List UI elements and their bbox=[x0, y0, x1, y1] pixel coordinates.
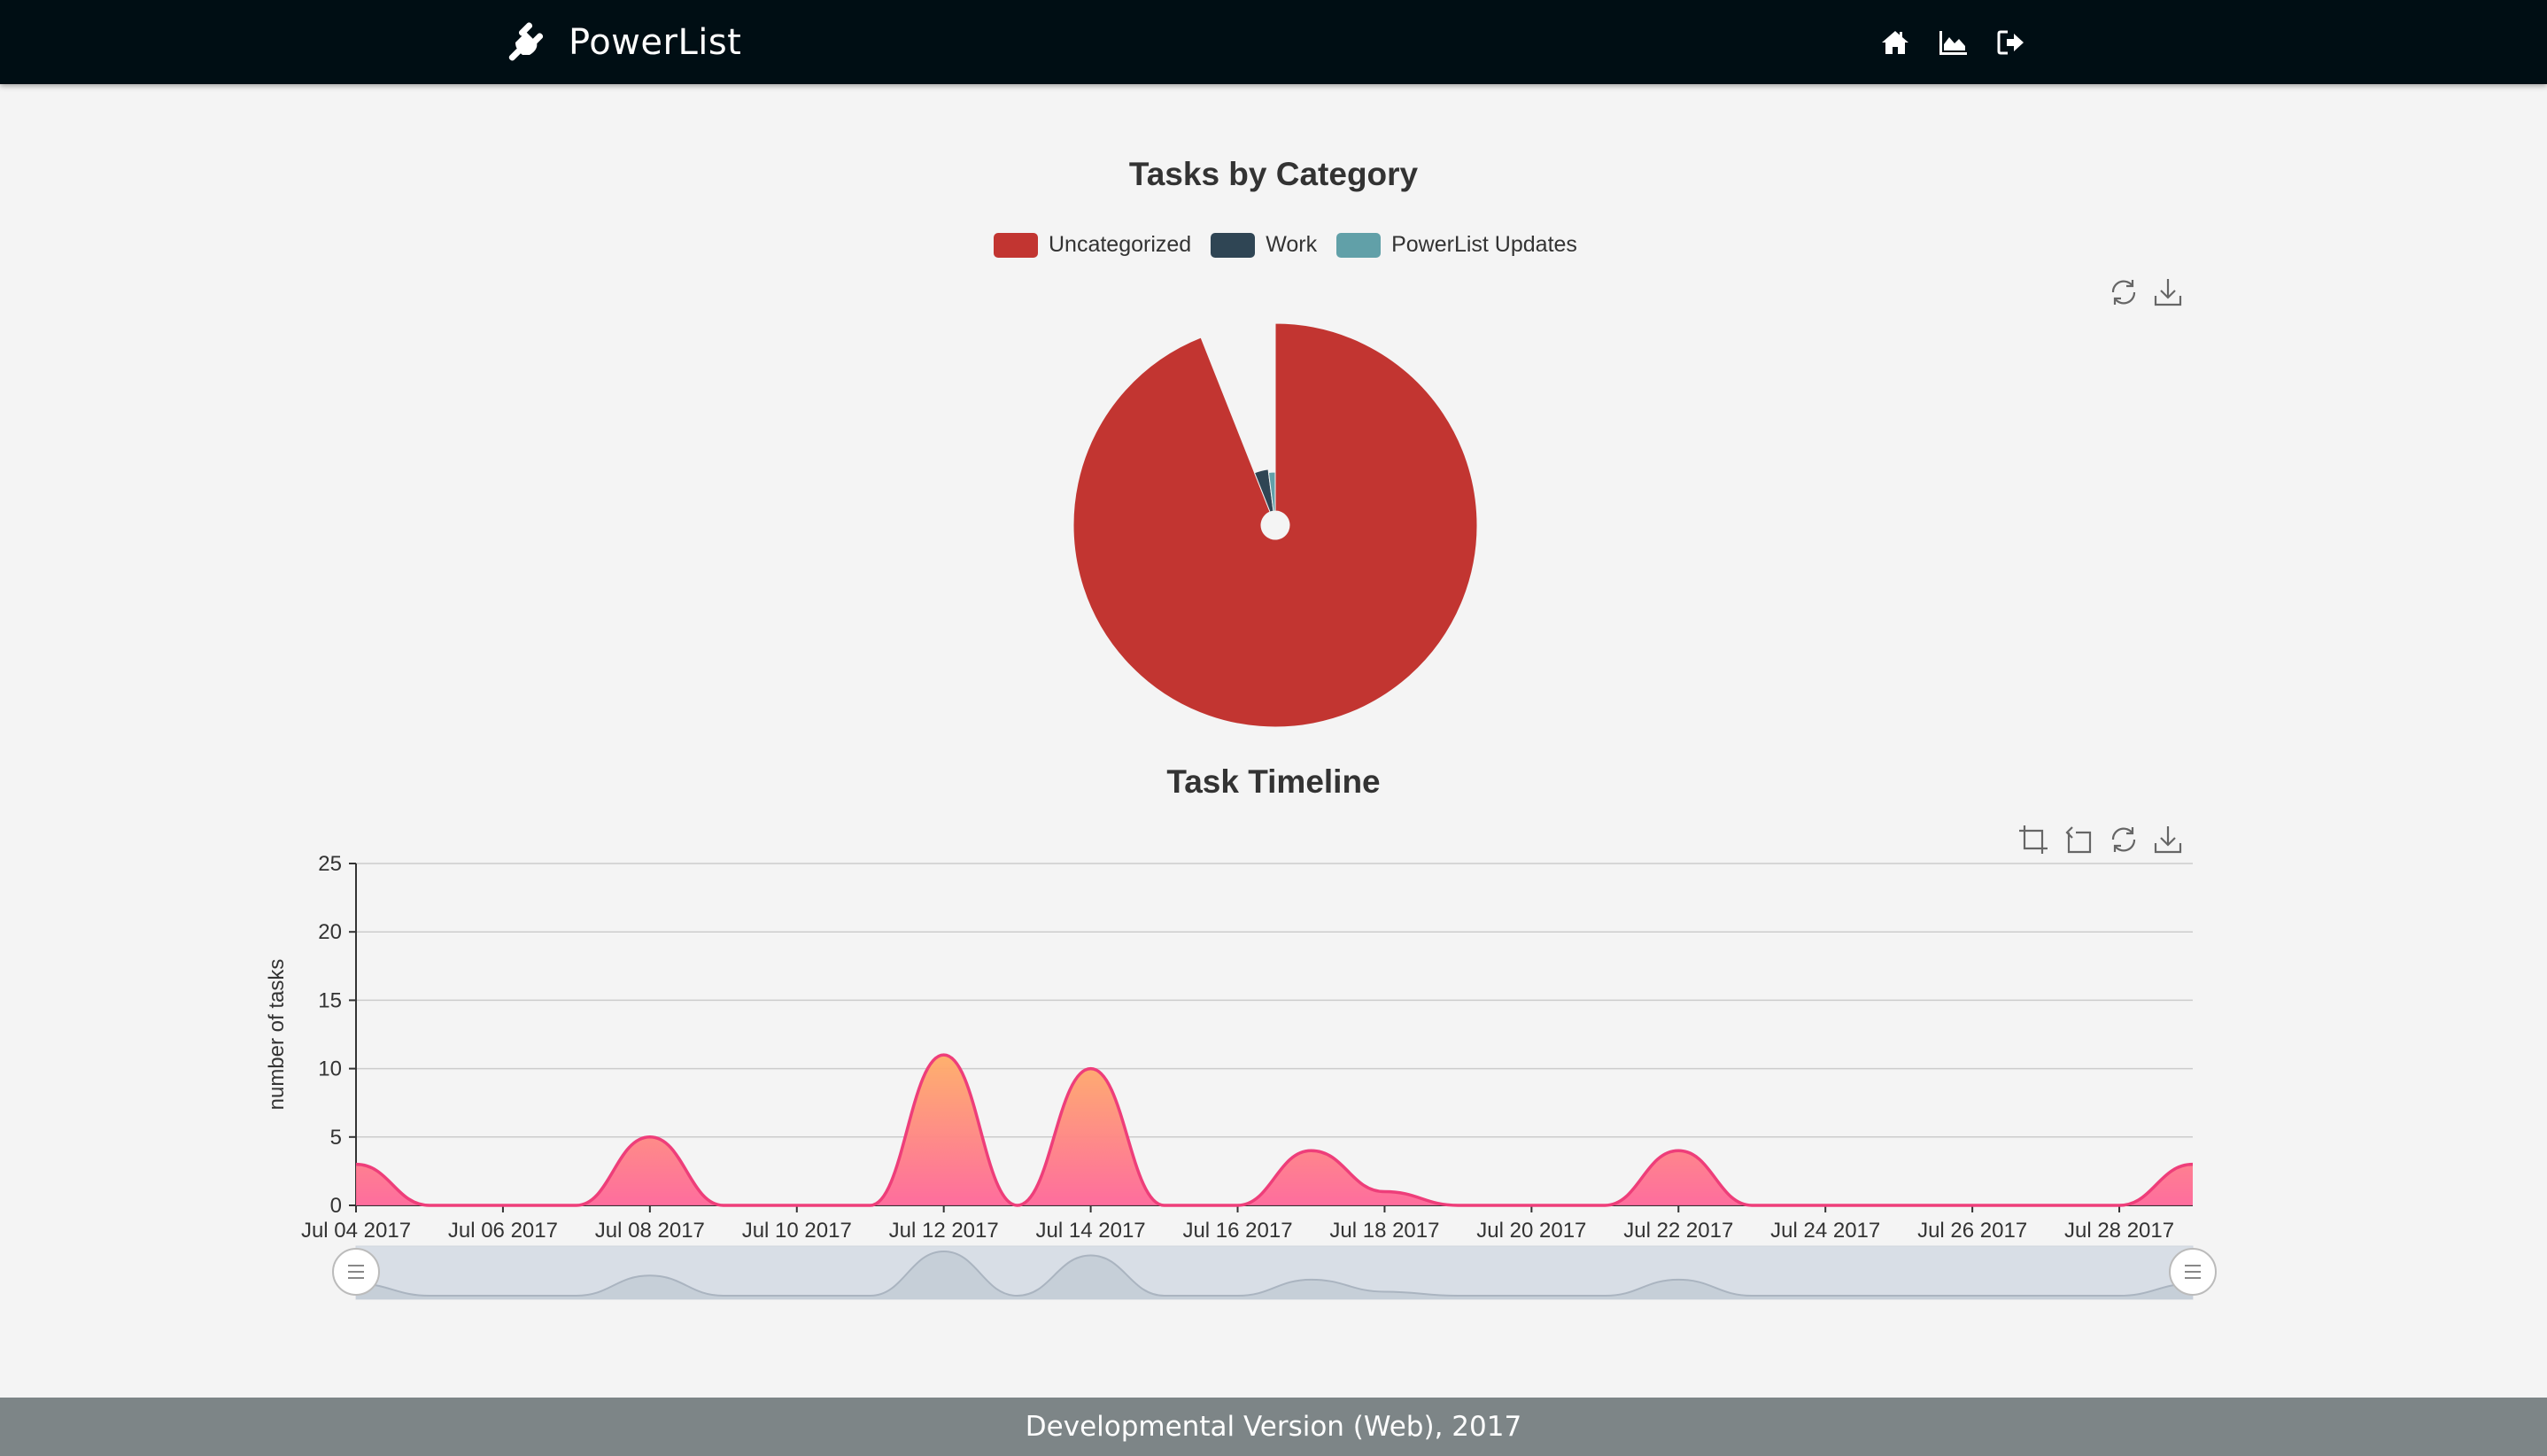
data-zoom-handle-end[interactable] bbox=[2169, 1248, 2217, 1296]
y-axis-label: number of tasks bbox=[265, 959, 289, 1111]
x-tick-label: Jul 22 2017 bbox=[1623, 1219, 1733, 1243]
x-tick-label: Jul 26 2017 bbox=[1917, 1219, 2027, 1243]
x-tick-label: Jul 06 2017 bbox=[448, 1219, 558, 1243]
footer-text: Developmental Version (Web), 2017 bbox=[1025, 1411, 1522, 1443]
x-tick-label: Jul 04 2017 bbox=[301, 1219, 411, 1243]
data-zoom-handle-start[interactable] bbox=[332, 1248, 380, 1296]
x-tick-label: Jul 20 2017 bbox=[1476, 1219, 1586, 1243]
y-tick-label: 20 bbox=[318, 920, 342, 944]
y-tick-label: 5 bbox=[330, 1126, 342, 1150]
footer: Developmental Version (Web), 2017 bbox=[0, 1398, 2547, 1456]
x-tick-label: Jul 24 2017 bbox=[1770, 1219, 1880, 1243]
y-tick-label: 25 bbox=[318, 852, 342, 876]
x-tick-label: Jul 12 2017 bbox=[889, 1219, 999, 1243]
x-tick-label: Jul 10 2017 bbox=[742, 1219, 852, 1243]
x-tick-label: Jul 08 2017 bbox=[595, 1219, 705, 1243]
x-tick-label: Jul 28 2017 bbox=[2064, 1219, 2174, 1243]
x-tick-label: Jul 18 2017 bbox=[1329, 1219, 1439, 1243]
timeline-area bbox=[356, 1055, 2193, 1205]
x-tick-label: Jul 16 2017 bbox=[1182, 1219, 1292, 1243]
y-tick-label: 15 bbox=[318, 988, 342, 1012]
x-tick-label: Jul 14 2017 bbox=[1036, 1219, 1146, 1243]
y-tick-label: 0 bbox=[330, 1194, 342, 1218]
y-tick-label: 10 bbox=[318, 1057, 342, 1081]
timeline-chart: 0 5 10 15 20 25 number of tasks Jul 04 2017 Jul … bbox=[265, 852, 2217, 1300]
